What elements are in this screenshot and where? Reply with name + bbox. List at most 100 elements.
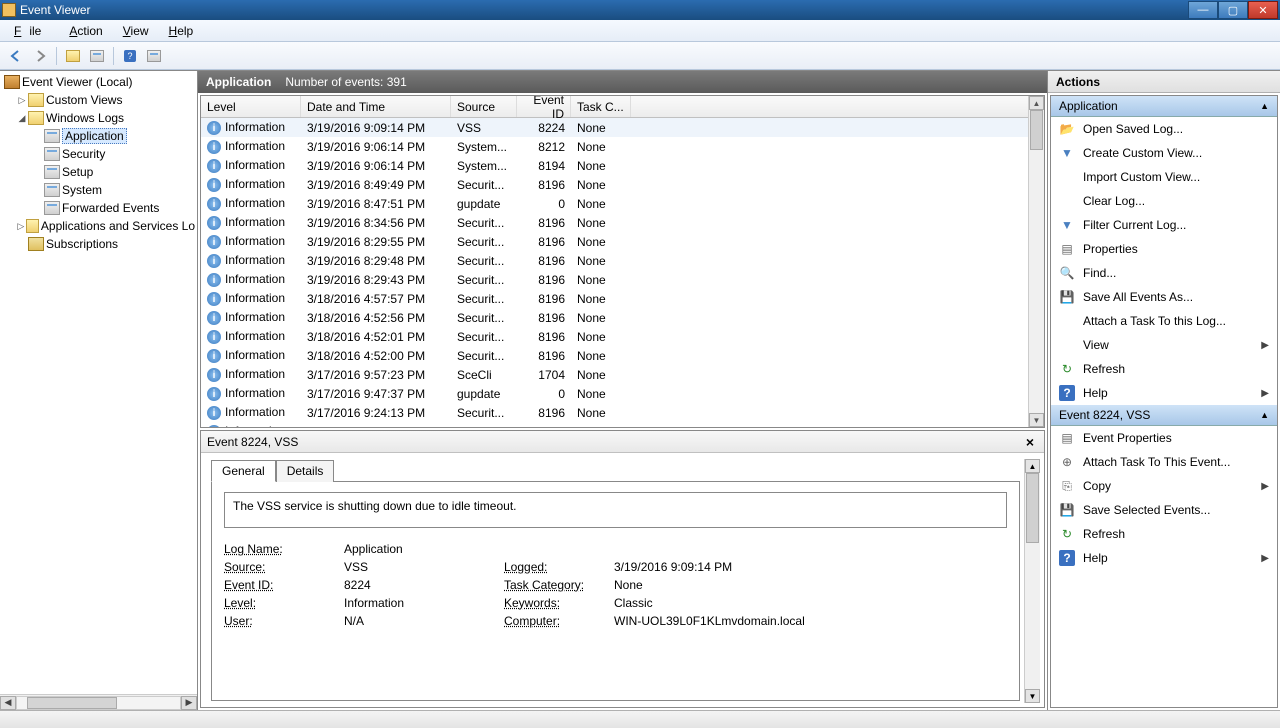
tree-log-application[interactable]: Application: [2, 127, 195, 145]
action-help[interactable]: ?Help▶: [1051, 381, 1277, 405]
event-row[interactable]: iInformation3/17/2016 9:57:23 PMSceCli17…: [201, 365, 1028, 384]
lbl-computer: Computer:: [504, 614, 604, 628]
collapse-icon[interactable]: ▲: [1260, 101, 1269, 111]
tree-log-security[interactable]: Security: [2, 145, 195, 163]
actions-section-application[interactable]: Application ▲: [1051, 96, 1277, 117]
action-find[interactable]: 🔍Find...: [1051, 261, 1277, 285]
menu-file[interactable]: File: [6, 22, 57, 40]
action-view-submenu[interactable]: View▶: [1051, 333, 1277, 357]
action-attach-task-event[interactable]: ⊕Attach Task To This Event...: [1051, 450, 1277, 474]
action-help2[interactable]: ?Help▶: [1051, 546, 1277, 570]
tree-subscriptions[interactable]: Subscriptions: [2, 235, 195, 253]
folder-icon: [28, 111, 44, 125]
tree-hscrollbar[interactable]: ◀ ▶: [0, 694, 197, 710]
action-attach-task-log[interactable]: Attach a Task To this Log...: [1051, 309, 1277, 333]
tab-general[interactable]: General: [211, 460, 276, 482]
action-copy[interactable]: ⎘Copy▶: [1051, 474, 1277, 498]
action-refresh[interactable]: ↻Refresh: [1051, 357, 1277, 381]
action-save-selected[interactable]: 💾Save Selected Events...: [1051, 498, 1277, 522]
scroll-thumb[interactable]: [27, 697, 117, 709]
info-icon: i: [207, 216, 221, 230]
col-task[interactable]: Task C...: [571, 96, 631, 117]
event-row[interactable]: iInformation3/19/2016 8:29:48 PMSecurit.…: [201, 251, 1028, 270]
scroll-thumb[interactable]: [1026, 473, 1039, 543]
list-vscrollbar[interactable]: ▲ ▼: [1028, 96, 1044, 427]
action-properties[interactable]: ▤Properties: [1051, 237, 1277, 261]
actions-section-event[interactable]: Event 8224, VSS ▲: [1051, 405, 1277, 426]
info-icon: i: [207, 197, 221, 211]
action-clear-log[interactable]: Clear Log...: [1051, 189, 1277, 213]
action-refresh2[interactable]: ↻Refresh: [1051, 522, 1277, 546]
action-label: Refresh: [1083, 362, 1125, 376]
action-filter-current-log[interactable]: ▼ Filter Current Log...: [1051, 213, 1277, 237]
detail-close-button[interactable]: ×: [1022, 434, 1038, 450]
scroll-down-button[interactable]: ▼: [1029, 413, 1044, 427]
col-level[interactable]: Level: [201, 96, 301, 117]
tree-log-forwarded[interactable]: Forwarded Events: [2, 199, 195, 217]
scroll-left-button[interactable]: ◀: [0, 696, 16, 710]
expand-icon[interactable]: ▷: [16, 221, 26, 232]
val-computer: WIN-UOL39L0F1KLmvdomain.local: [614, 614, 1007, 628]
tree-log-system[interactable]: System: [2, 181, 195, 199]
action-create-custom-view[interactable]: ▼Create Custom View...: [1051, 141, 1277, 165]
event-row[interactable]: iInformation3/17/2016 9:16:30 PMSecurit.…: [201, 422, 1028, 427]
tree-windows-logs[interactable]: ◢ Windows Logs: [2, 109, 195, 127]
col-source[interactable]: Source: [451, 96, 517, 117]
event-row[interactable]: iInformation3/19/2016 9:06:14 PMSystem..…: [201, 156, 1028, 175]
event-row[interactable]: iInformation3/19/2016 8:29:55 PMSecurit.…: [201, 232, 1028, 251]
expand-icon[interactable]: ▷: [16, 95, 28, 106]
action-import-custom-view[interactable]: Import Custom View...: [1051, 165, 1277, 189]
toolbar-btn-1[interactable]: [63, 46, 83, 66]
col-eventid[interactable]: Event ID: [517, 96, 571, 117]
tree-log-setup[interactable]: Setup: [2, 163, 195, 181]
tree-root[interactable]: Event Viewer (Local): [2, 73, 195, 91]
action-label: Filter Current Log...: [1083, 218, 1186, 232]
info-icon: i: [207, 178, 221, 192]
action-open-saved-log[interactable]: 📂Open Saved Log...: [1051, 117, 1277, 141]
scroll-track[interactable]: [16, 696, 181, 710]
event-row[interactable]: iInformation3/19/2016 9:06:14 PMSystem..…: [201, 137, 1028, 156]
event-row[interactable]: iInformation3/19/2016 9:09:14 PMVSS8224N…: [201, 118, 1028, 137]
event-row[interactable]: iInformation3/18/2016 4:52:00 PMSecurit.…: [201, 346, 1028, 365]
toolbar-btn-2[interactable]: [87, 46, 107, 66]
menu-view[interactable]: View: [115, 22, 157, 40]
event-row[interactable]: iInformation3/19/2016 8:34:56 PMSecurit.…: [201, 213, 1028, 232]
nav-back-button[interactable]: [6, 46, 26, 66]
tab-details[interactable]: Details: [276, 460, 335, 482]
filter-current-log-icon: ▼: [1059, 217, 1075, 233]
collapse-icon[interactable]: ◢: [16, 113, 28, 124]
scroll-up-button[interactable]: ▲: [1029, 96, 1044, 110]
nav-forward-button[interactable]: [30, 46, 50, 66]
event-row[interactable]: iInformation3/18/2016 4:52:01 PMSecurit.…: [201, 327, 1028, 346]
event-row[interactable]: iInformation3/18/2016 4:57:57 PMSecurit.…: [201, 289, 1028, 308]
menu-help[interactable]: Help: [161, 22, 202, 40]
col-date[interactable]: Date and Time: [301, 96, 451, 117]
actions-pane: Actions Application ▲ 📂Open Saved Log...…: [1048, 71, 1280, 710]
action-label: Save Selected Events...: [1083, 503, 1210, 517]
event-row[interactable]: iInformation3/17/2016 9:47:37 PMgupdate0…: [201, 384, 1028, 403]
toolbar-btn-4[interactable]: [144, 46, 164, 66]
val-eventid: 8224: [344, 578, 494, 592]
close-button[interactable]: ✕: [1248, 1, 1278, 19]
scroll-up-button[interactable]: ▲: [1025, 459, 1040, 473]
action-event-properties[interactable]: ▤Event Properties: [1051, 426, 1277, 450]
tree-custom-views[interactable]: ▷ Custom Views: [2, 91, 195, 109]
maximize-button[interactable]: ▢: [1218, 1, 1248, 19]
scroll-right-button[interactable]: ▶: [181, 696, 197, 710]
minimize-button[interactable]: —: [1188, 1, 1218, 19]
tree-apps-services[interactable]: ▷ Applications and Services Lo: [2, 217, 195, 235]
action-label: Refresh: [1083, 527, 1125, 541]
action-label: Create Custom View...: [1083, 146, 1202, 160]
event-row[interactable]: iInformation3/18/2016 4:52:56 PMSecurit.…: [201, 308, 1028, 327]
event-row[interactable]: iInformation3/19/2016 8:47:51 PMgupdate0…: [201, 194, 1028, 213]
event-row[interactable]: iInformation3/19/2016 8:29:43 PMSecurit.…: [201, 270, 1028, 289]
toolbar-help-button[interactable]: ?: [120, 46, 140, 66]
event-row[interactable]: iInformation3/19/2016 8:49:49 PMSecurit.…: [201, 175, 1028, 194]
action-save-all-events[interactable]: 💾Save All Events As...: [1051, 285, 1277, 309]
scroll-thumb[interactable]: [1030, 110, 1043, 150]
collapse-icon[interactable]: ▲: [1260, 410, 1269, 420]
scroll-down-button[interactable]: ▼: [1025, 689, 1040, 703]
menu-action[interactable]: Action: [61, 22, 110, 40]
event-row[interactable]: iInformation3/17/2016 9:24:13 PMSecurit.…: [201, 403, 1028, 422]
detail-vscrollbar[interactable]: ▲ ▼: [1024, 459, 1040, 703]
